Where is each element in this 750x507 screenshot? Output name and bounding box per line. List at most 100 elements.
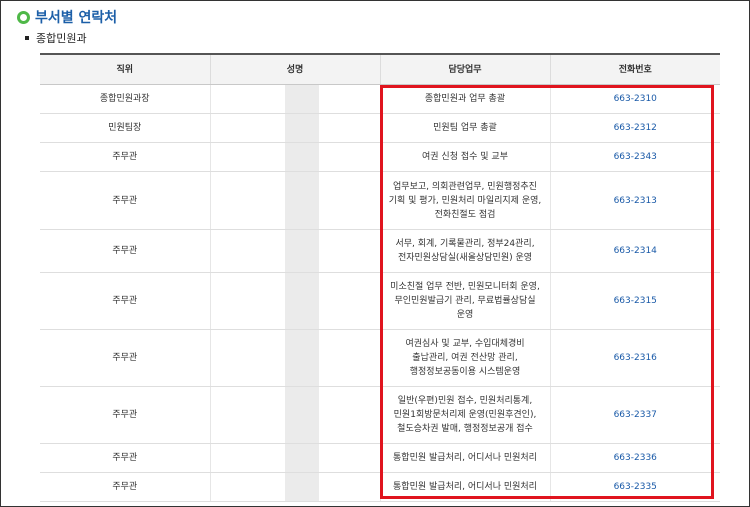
name-cell (209, 171, 380, 230)
duty-cell: 업무보고, 의회관련업무, 민원행정추진기획 및 평가, 민원처리 마일리지제 … (379, 171, 550, 230)
phone-link[interactable]: 663-2312 (614, 123, 657, 133)
duty-cell: 일반(우편)민원 접수, 민원처리통계, 민원1회방문처리제 운영(민원후견인),… (379, 386, 550, 444)
phone-cell: 663-2313 (549, 171, 720, 230)
table-row: 주무관 여권심사 및 교부, 수입대체경비출납관리, 여권 전산망 관리, 행정정보… (40, 329, 720, 387)
table-row: 주무관 통합민원 발급처리, 어디서나 민원처리 663-2336 (40, 443, 720, 473)
redacted-name-blur (284, 172, 319, 229)
table-row: 주무관 여권 신청 접수 및 교부 663-2343 (40, 142, 720, 172)
table-row: 주무관 업무보고, 의회관련업무, 민원행정추진기획 및 평가, 민원처리 마일리… (40, 171, 720, 230)
position-cell: 주무관 (40, 472, 210, 502)
table-header-row: 직위 성명 담당업무 전화번호 (40, 54, 720, 85)
duty-line: 운영 (456, 310, 474, 320)
page-title-text: 부서별 연락처 (35, 10, 118, 26)
header-duty: 담당업무 (379, 54, 550, 85)
duty-line: 서무, 회계, 기록물관리, 정부24관리, (395, 239, 535, 249)
name-cell (209, 229, 380, 273)
duty-line: 업무보고, 의회관련업무, 민원행정추진 (393, 181, 537, 192)
name-cell (209, 472, 380, 502)
name-cell (209, 272, 380, 330)
redacted-name-blur (284, 330, 319, 386)
circle-logo-icon (17, 10, 30, 24)
phone-cell: 663-2343 (549, 142, 720, 172)
duty-cell: 여권 신청 접수 및 교부 (379, 142, 550, 172)
duty-line: 출납관리, 여권 전산망 관리, (412, 353, 518, 363)
duty-line: 여권 신청 접수 및 교부 (422, 152, 508, 162)
position-cell: 주무관 (40, 171, 210, 230)
square-bullet-icon (25, 36, 29, 40)
redacted-name-blur (284, 473, 319, 501)
duty-line: 통합민원 발급처리, 어디서나 민원처리 (393, 453, 537, 463)
table-row: 종합민원과장 종합민원과 업무 총괄 663-2310 (40, 84, 720, 114)
duty-cell: 종합민원과 업무 총괄 (379, 84, 550, 114)
position-cell: 민원팀장 (40, 113, 210, 143)
header-name: 성명 (209, 54, 380, 85)
phone-cell: 663-2312 (549, 113, 720, 143)
duty-line: 통합민원 발급처리, 어디서나 민원처리 (393, 482, 537, 492)
duty-cell: 여권심사 및 교부, 수입대체경비출납관리, 여권 전산망 관리, 행정정보공동이… (379, 329, 550, 387)
phone-link[interactable]: 663-2316 (614, 353, 657, 363)
section-title: 종합민원과 (25, 30, 87, 46)
phone-link[interactable]: 663-2310 (614, 94, 657, 104)
phone-cell: 663-2310 (549, 84, 720, 114)
redacted-name-blur (284, 387, 319, 443)
name-cell (209, 113, 380, 143)
phone-link[interactable]: 663-2337 (614, 410, 657, 420)
position-cell: 주무관 (40, 443, 210, 473)
contact-table: 직위 성명 담당업무 전화번호 종합민원과장 종합민원과 업무 총괄 663-231… (40, 53, 720, 502)
redacted-name-blur (284, 444, 319, 472)
phone-link[interactable]: 663-2335 (614, 482, 657, 492)
phone-cell: 663-2314 (549, 229, 720, 273)
phone-link[interactable]: 663-2313 (614, 196, 657, 206)
duty-cell: 미소친절 업무 전반, 민원모니터회 운영, 무인민원발급기 관리, 무료법률상담… (379, 272, 550, 330)
redacted-name-blur (284, 143, 319, 171)
duty-line: 전자민원상담실(새올상담민원) 운영 (397, 253, 533, 263)
name-cell (209, 386, 380, 444)
duty-line: 기획 및 평가, 민원처리 마일리지제 운영, (388, 195, 542, 206)
position-cell: 주무관 (40, 272, 210, 330)
table-row: 주무관 일반(우편)민원 접수, 민원처리통계, 민원1회방문처리제 운영(민원후견… (40, 386, 720, 444)
duty-line: 전화친절도 점검 (434, 209, 496, 220)
duty-line: 일반(우편)민원 접수, 민원처리통계, (397, 396, 533, 406)
position-cell: 주무관 (40, 386, 210, 444)
phone-cell: 663-2315 (549, 272, 720, 330)
name-cell (209, 443, 380, 473)
header-phone: 전화번호 (549, 54, 720, 85)
name-cell (209, 84, 380, 114)
header-position: 직위 (40, 54, 210, 85)
duty-line: 여권심사 및 교부, 수입대체경비 (405, 339, 525, 349)
duty-line: 행정정보공동이용 시스템운영 (409, 367, 521, 377)
table-body: 종합민원과장 종합민원과 업무 총괄 663-2310 민원팀장 민원팀 업무 총괄 66… (40, 84, 720, 502)
phone-link[interactable]: 663-2343 (614, 152, 657, 162)
duty-cell: 민원팀 업무 총괄 (379, 113, 550, 143)
phone-cell: 663-2336 (549, 443, 720, 473)
duty-cell: 서무, 회계, 기록물관리, 정부24관리, 전자민원상담실(새올상담민원) 운영 (379, 229, 550, 273)
phone-cell: 663-2337 (549, 386, 720, 444)
phone-link[interactable]: 663-2336 (614, 453, 657, 463)
position-cell: 종합민원과장 (40, 84, 210, 114)
duty-cell: 통합민원 발급처리, 어디서나 민원처리 (379, 443, 550, 473)
duty-line: 민원팀 업무 총괄 (433, 123, 497, 133)
phone-link[interactable]: 663-2314 (614, 246, 657, 256)
redacted-name-blur (284, 230, 319, 272)
duty-line: 무인민원발급기 관리, 무료법률상담실 (394, 296, 536, 306)
duty-line: 종합민원과 업무 총괄 (424, 94, 506, 104)
table-row: 주무관 통합민원 발급처리, 어디서나 민원처리 663-2335 (40, 472, 720, 502)
redacted-name-blur (284, 114, 319, 142)
page-title: 부서별 연락처 (17, 7, 117, 27)
duty-cell: 통합민원 발급처리, 어디서나 민원처리 (379, 472, 550, 502)
redacted-name-blur (284, 85, 319, 113)
duty-line: 민원1회방문처리제 운영(민원후견인), (393, 410, 537, 420)
table-row: 주무관 서무, 회계, 기록물관리, 정부24관리, 전자민원상담실(새올상담민원)… (40, 229, 720, 273)
phone-cell: 663-2316 (549, 329, 720, 387)
table-row: 민원팀장 민원팀 업무 총괄 663-2312 (40, 113, 720, 143)
duty-line: 철도승차권 발매, 행정정보공개 접수 (397, 424, 533, 434)
page-frame: 부서별 연락처 종합민원과 직위 성명 담당업무 전화번호 종합민원과장 종합민원… (0, 0, 750, 507)
name-cell (209, 142, 380, 172)
phone-link[interactable]: 663-2315 (614, 296, 657, 306)
section-title-text: 종합민원과 (36, 32, 87, 45)
position-cell: 주무관 (40, 229, 210, 273)
table-row: 주무관 미소친절 업무 전반, 민원모니터회 운영, 무인민원발급기 관리, 무료법… (40, 272, 720, 330)
phone-cell: 663-2335 (549, 472, 720, 502)
position-cell: 주무관 (40, 329, 210, 387)
redacted-name-blur (284, 273, 319, 329)
